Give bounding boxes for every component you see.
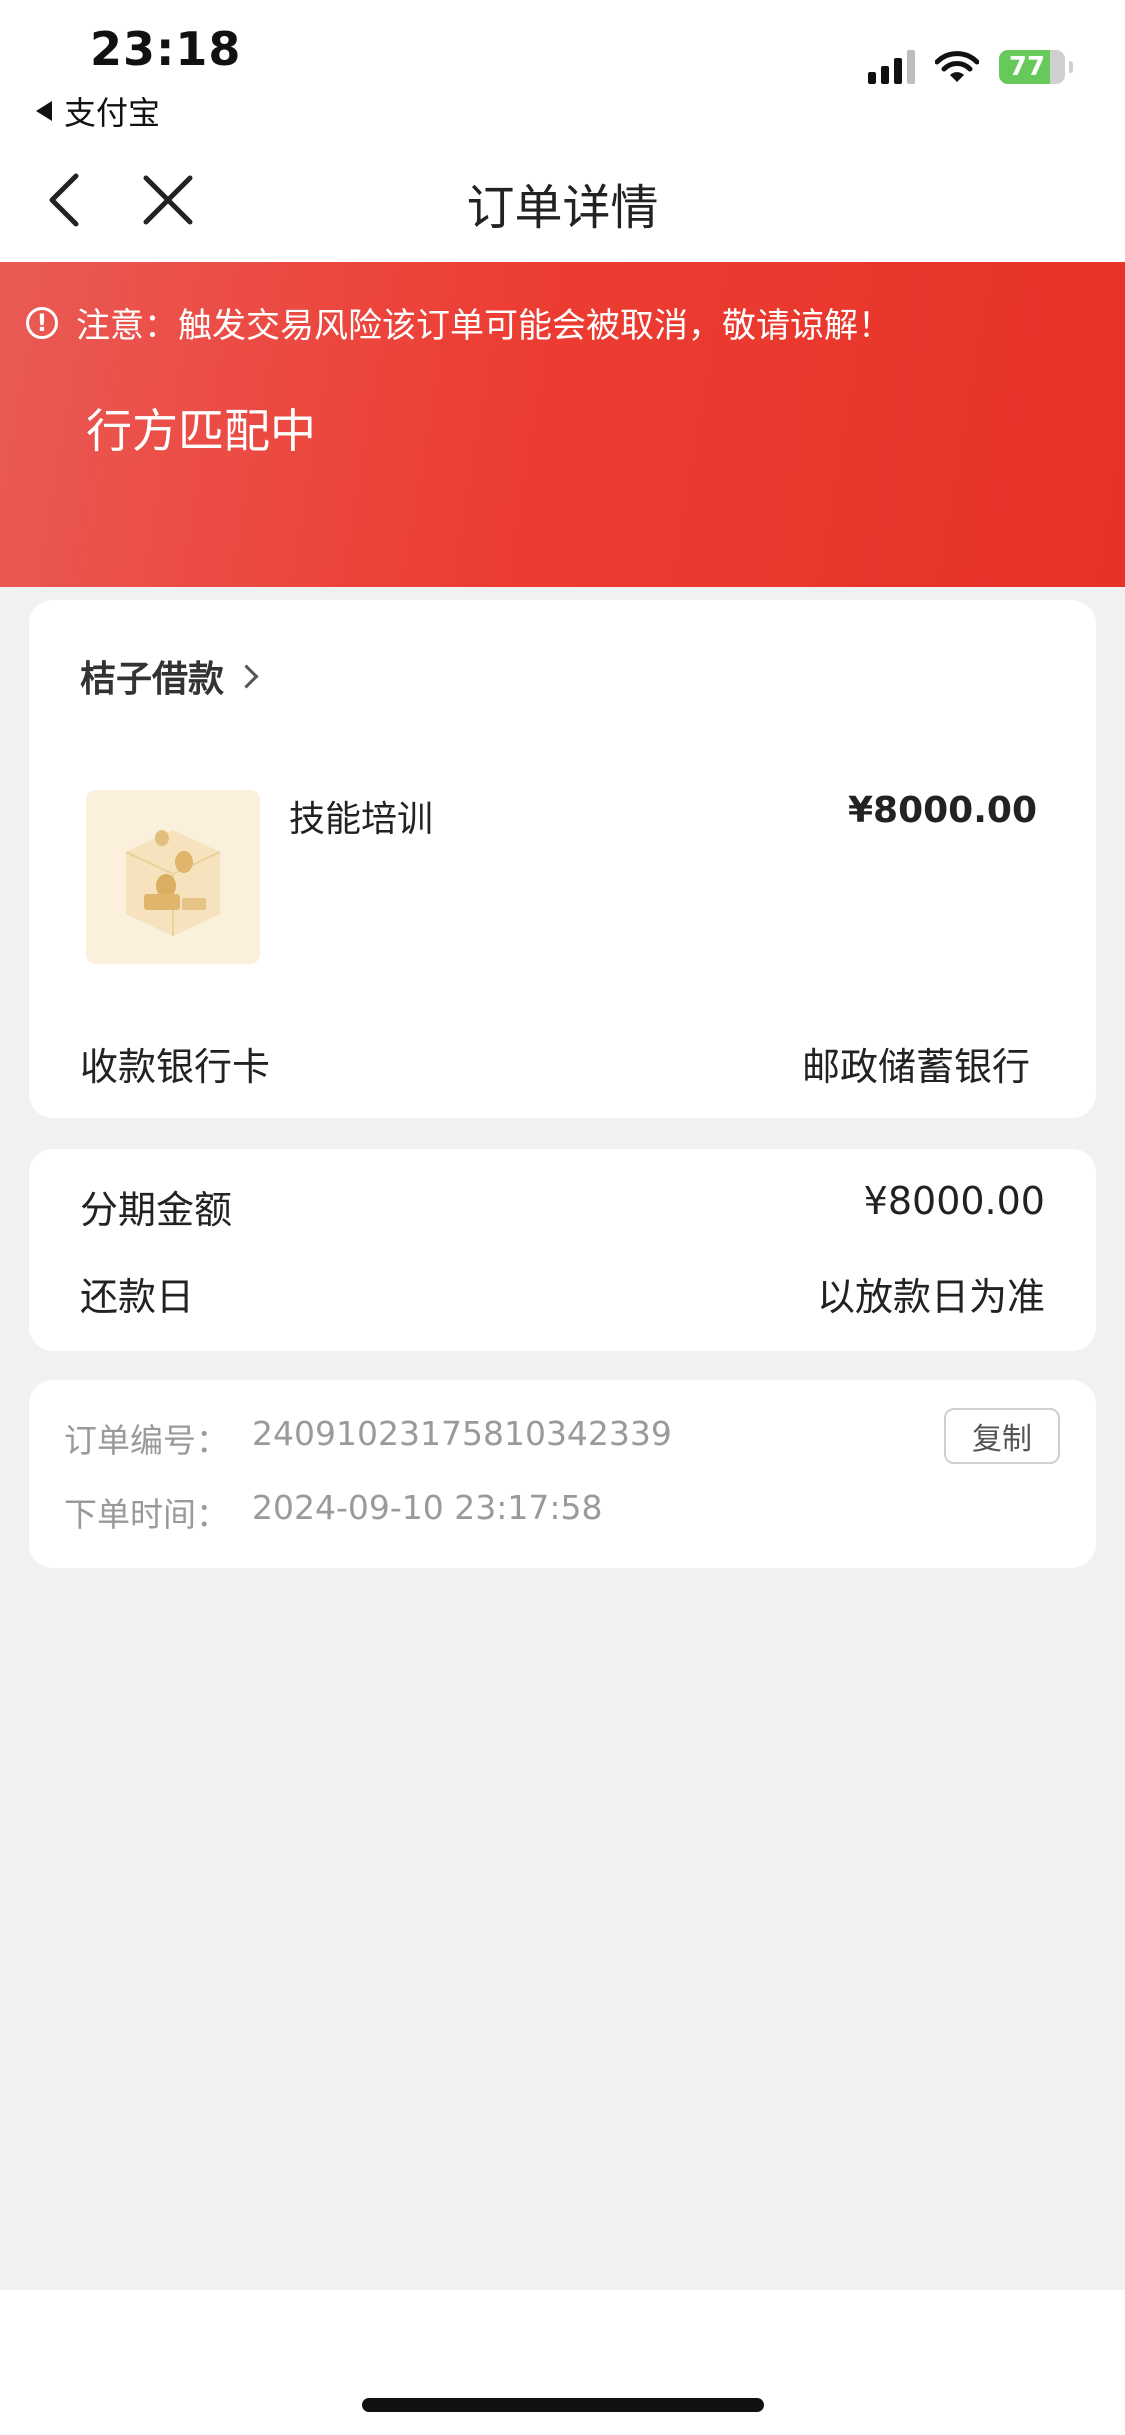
battery-tip-icon <box>1069 61 1073 73</box>
merchant-link[interactable]: 桔子借款 <box>80 650 259 702</box>
risk-warning: ! 注意：触发交易风险该订单可能会被取消，敬请谅解！ <box>26 298 892 347</box>
home-indicator[interactable] <box>362 2398 764 2412</box>
repayment-day-label: 还款日 <box>80 1275 195 1319</box>
copy-button[interactable]: 复制 <box>944 1408 1060 1464</box>
bottom-area <box>0 2290 1125 2435</box>
risk-warning-text: 注意：触发交易风险该订单可能会被取消，敬请谅解！ <box>76 306 892 346</box>
order-time-value: 2024-09-10 23:17:58 <box>252 1488 603 1527</box>
cellular-signal-icon <box>868 50 915 84</box>
back-to-app-button[interactable]: 支付宝 <box>36 88 160 134</box>
bank-card-label: 收款银行卡 <box>80 1045 271 1089</box>
merchant-name: 桔子借款 <box>80 659 225 700</box>
order-number-label: 订单编号： <box>64 1421 229 1460</box>
status-time: 23:18 <box>90 22 242 76</box>
back-triangle-icon <box>36 101 52 121</box>
order-number-value: 24091023175810342339 <box>252 1414 672 1453</box>
installment-amount-label: 分期金额 <box>80 1188 233 1232</box>
battery-icon: 77 <box>999 50 1065 84</box>
status-icons: 77 <box>868 50 1073 84</box>
alert-icon: ! <box>26 306 58 339</box>
battery-percent: 77 <box>1008 52 1046 82</box>
product-price: ¥8000.00 <box>847 790 1037 831</box>
order-status: 行方匹配中 <box>86 404 316 458</box>
bank-card-value: 邮政储蓄银行 <box>801 1045 1030 1089</box>
installment-amount-value: ¥8000.00 <box>863 1179 1045 1223</box>
order-info-card: 订单编号： 24091023175810342339 复制 下单时间： 2024… <box>29 1380 1096 1568</box>
wifi-icon <box>935 51 979 82</box>
chevron-right-icon <box>234 663 259 689</box>
order-time-label: 下单时间： <box>64 1495 229 1534</box>
page-title: 订单详情 <box>466 180 659 236</box>
back-app-label: 支付宝 <box>64 94 161 132</box>
product-image <box>86 790 260 964</box>
installment-card: 分期金额 ¥8000.00 还款日 以放款日为准 <box>29 1149 1096 1351</box>
product-name: 技能培训 <box>289 799 434 840</box>
order-card: 桔子借款 技能培训 ¥8000.00 收款银行卡 邮政储蓄银行 <box>29 600 1096 1118</box>
repayment-day-value: 以放款日为准 <box>816 1275 1045 1319</box>
